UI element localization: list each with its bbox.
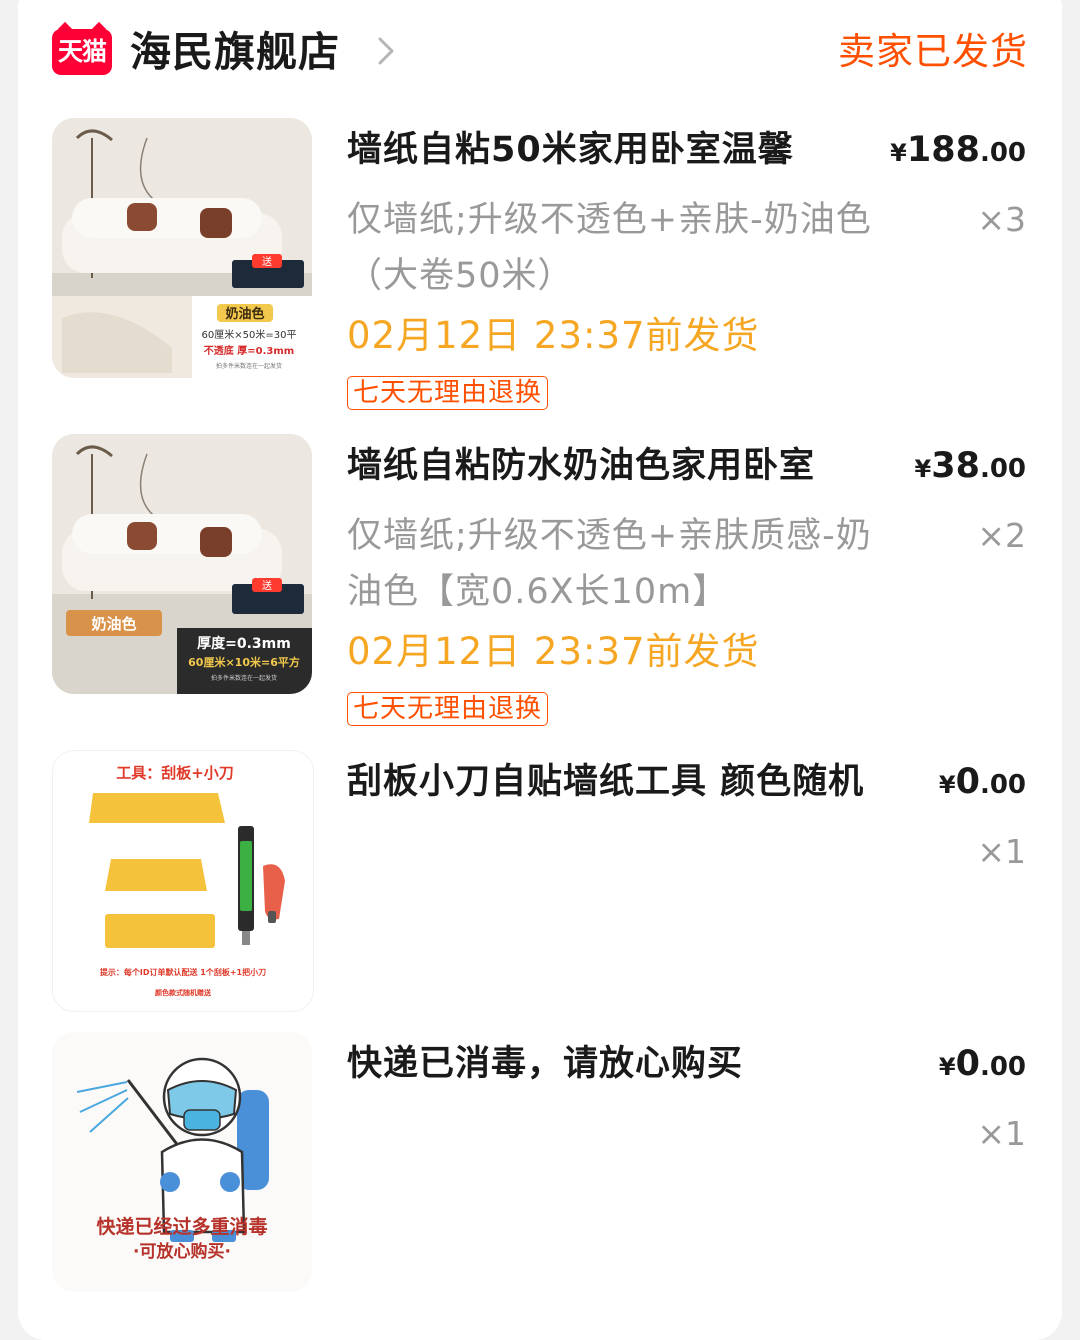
currency-symbol: ¥ bbox=[890, 139, 907, 167]
product-title[interactable]: 刮板小刀自贴墙纸工具 颜色随机 bbox=[347, 758, 892, 806]
currency-symbol: ¥ bbox=[914, 455, 932, 483]
product-price: ¥0.00 bbox=[939, 758, 1026, 812]
order-item[interactable]: 工具：刮板+小刀 提示：每个ID订单默认配送 1个刮板+1把小刀 颜色款式随机赠… bbox=[52, 750, 1028, 1020]
return-policy-badge: 七天无理由退换 bbox=[347, 692, 549, 726]
product-thumbnail[interactable]: 送 奶油色 60厘米×50米=30平 不透底 厚=0.3mm 拍多件米数连在一起… bbox=[52, 118, 312, 378]
product-quantity: ×1 bbox=[977, 832, 1026, 871]
product-title[interactable]: 快递已消毒，请放心购买 bbox=[347, 1040, 892, 1088]
product-price: ¥38.00 bbox=[915, 442, 1026, 496]
gift-label: 送 bbox=[262, 579, 272, 592]
return-policy-badge: 七天无理由退换 bbox=[347, 376, 549, 410]
price-decimal: .00 bbox=[979, 770, 1026, 800]
product-thumbnail[interactable]: 快递已经过多重消毒 ·可放心购买· bbox=[52, 1032, 312, 1292]
disinfection-line1: 快递已经过多重消毒 bbox=[96, 1215, 267, 1238]
product-quantity: ×1 bbox=[977, 1114, 1026, 1153]
disinfection-line2: ·可放心购买· bbox=[133, 1241, 231, 1262]
product-sku: 仅墙纸;升级不透色+亲肤-奶油色（大卷50米） bbox=[347, 200, 872, 296]
price-decimal: .00 bbox=[979, 454, 1026, 484]
order-status: 卖家已发货 bbox=[838, 30, 1028, 73]
note-label: 拍多件米数连在一起发货 bbox=[211, 674, 277, 682]
product-title[interactable]: 墙纸自粘50米家用卧室温馨 bbox=[347, 126, 892, 174]
thickness-label: 不透底 厚=0.3mm bbox=[204, 344, 294, 357]
tool-heading: 工具：刮板+小刀 bbox=[116, 764, 234, 782]
color-label: 奶油色 bbox=[224, 306, 264, 322]
note-label: 拍多件米数连在一起发货 bbox=[216, 362, 282, 370]
tool-tip: 提示：每个ID订单默认配送 1个刮板+1把小刀 bbox=[100, 967, 266, 977]
product-thumbnail[interactable]: 工具：刮板+小刀 提示：每个ID订单默认配送 1个刮板+1把小刀 颜色款式随机赠… bbox=[52, 750, 314, 1012]
price-integer: 0 bbox=[955, 1044, 980, 1084]
product-price: ¥0.00 bbox=[939, 1040, 1026, 1094]
tmall-logo: 天猫 bbox=[52, 29, 112, 75]
price-decimal: .00 bbox=[979, 1052, 1026, 1082]
currency-symbol: ¥ bbox=[938, 771, 956, 799]
currency-symbol: ¥ bbox=[938, 1053, 956, 1081]
wallpaper-product-image: 送 奶油色 60厘米×50米=30平 不透底 厚=0.3mm 拍多件米数连在一起… bbox=[52, 118, 312, 378]
shop-header[interactable]: 天猫 海民旗舰店 卖家已发货 bbox=[52, 26, 1028, 78]
ship-deadline: 02月12日 23:37前发货 bbox=[347, 630, 760, 673]
order-item[interactable]: 快递已经过多重消毒 ·可放心购买· 快递已消毒，请放心购买 ¥0.00 ×1 bbox=[52, 1032, 1028, 1302]
disinfection-illustration: 快递已经过多重消毒 ·可放心购买· bbox=[76, 1057, 269, 1262]
product-price: ¥188.00 bbox=[890, 126, 1026, 180]
product-title[interactable]: 墙纸自粘防水奶油色家用卧室 bbox=[347, 442, 892, 490]
product-sku: 仅墙纸;升级不透色+亲肤质感-奶油色【宽0.6X长10m】 bbox=[347, 516, 872, 612]
ship-deadline: 02月12日 23:37前发货 bbox=[347, 314, 760, 357]
order-item[interactable]: 送 奶油色 厚度=0.3mm 60厘米×10米=6平方 拍多件米数连在一起发货 … bbox=[52, 434, 1028, 734]
tool-note: 颜色款式随机赠送 bbox=[155, 988, 212, 997]
product-quantity: ×2 bbox=[977, 516, 1026, 555]
price-integer: 0 bbox=[955, 762, 980, 802]
price-integer: 38 bbox=[931, 446, 980, 486]
color-label: 奶油色 bbox=[91, 615, 136, 633]
product-quantity: ×3 bbox=[977, 200, 1026, 239]
price-integer: 188 bbox=[906, 130, 980, 170]
price-decimal: .00 bbox=[979, 138, 1026, 168]
order-item[interactable]: 送 奶油色 60厘米×50米=30平 不透底 厚=0.3mm 拍多件米数连在一起… bbox=[52, 118, 1028, 418]
shop-name[interactable]: 海民旗舰店 bbox=[130, 26, 340, 78]
gift-label: 送 bbox=[262, 255, 272, 268]
tool-product-image: 工具：刮板+小刀 提示：每个ID订单默认配送 1个刮板+1把小刀 颜色款式随机赠… bbox=[89, 764, 285, 997]
spec-label: 60厘米×50米=30平 bbox=[202, 328, 297, 341]
spec-label: 60厘米×10米=6平方 bbox=[188, 655, 300, 669]
thickness-label: 厚度=0.3mm bbox=[197, 635, 291, 652]
wallpaper-product-image: 送 奶油色 厚度=0.3mm 60厘米×10米=6平方 拍多件米数连在一起发货 bbox=[52, 434, 312, 694]
chevron-right-icon[interactable] bbox=[377, 36, 395, 66]
product-thumbnail[interactable]: 送 奶油色 厚度=0.3mm 60厘米×10米=6平方 拍多件米数连在一起发货 bbox=[52, 434, 312, 694]
